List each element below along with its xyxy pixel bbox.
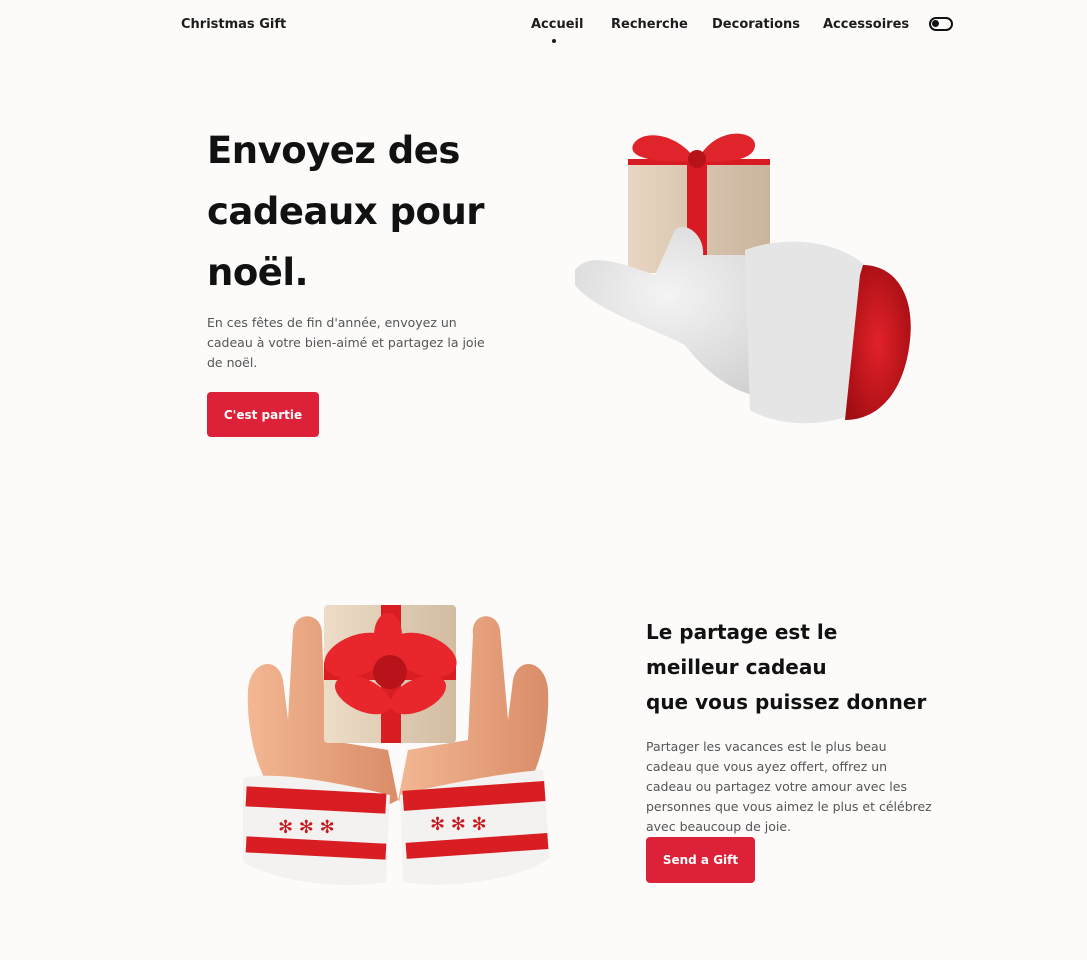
- nav-item-accueil[interactable]: Accueil: [531, 17, 583, 32]
- get-started-button[interactable]: C'est partie: [207, 392, 319, 437]
- hero-description: En ces fêtes de fin d'année, envoyez un …: [207, 315, 485, 370]
- active-nav-indicator: [552, 39, 556, 43]
- nav-item-accessoires[interactable]: Accessoires: [823, 17, 909, 32]
- svg-text:✻ ✻ ✻: ✻ ✻ ✻: [430, 814, 487, 835]
- nav-item-decorations[interactable]: Decorations: [712, 17, 800, 32]
- hands-gift-illustration: ✻ ✻ ✻ ✻ ✻ ✻: [243, 605, 550, 886]
- theme-toggle-icon[interactable]: [929, 17, 953, 31]
- main-nav: Accueil Recherche Decorations Accessoire…: [0, 17, 1087, 47]
- hero-title: Envoyez des cadeaux pour noël.: [207, 129, 485, 294]
- share-title: Le partage est le meilleur cadeau que vo…: [646, 620, 927, 714]
- send-gift-button[interactable]: Send a Gift: [646, 837, 755, 883]
- glove-gift-illustration: [575, 133, 911, 424]
- nav-item-recherche[interactable]: Recherche: [611, 17, 688, 32]
- share-description: Partager les vacances est le plus beau c…: [646, 739, 932, 834]
- svg-text:✻ ✻ ✻: ✻ ✻ ✻: [278, 817, 335, 838]
